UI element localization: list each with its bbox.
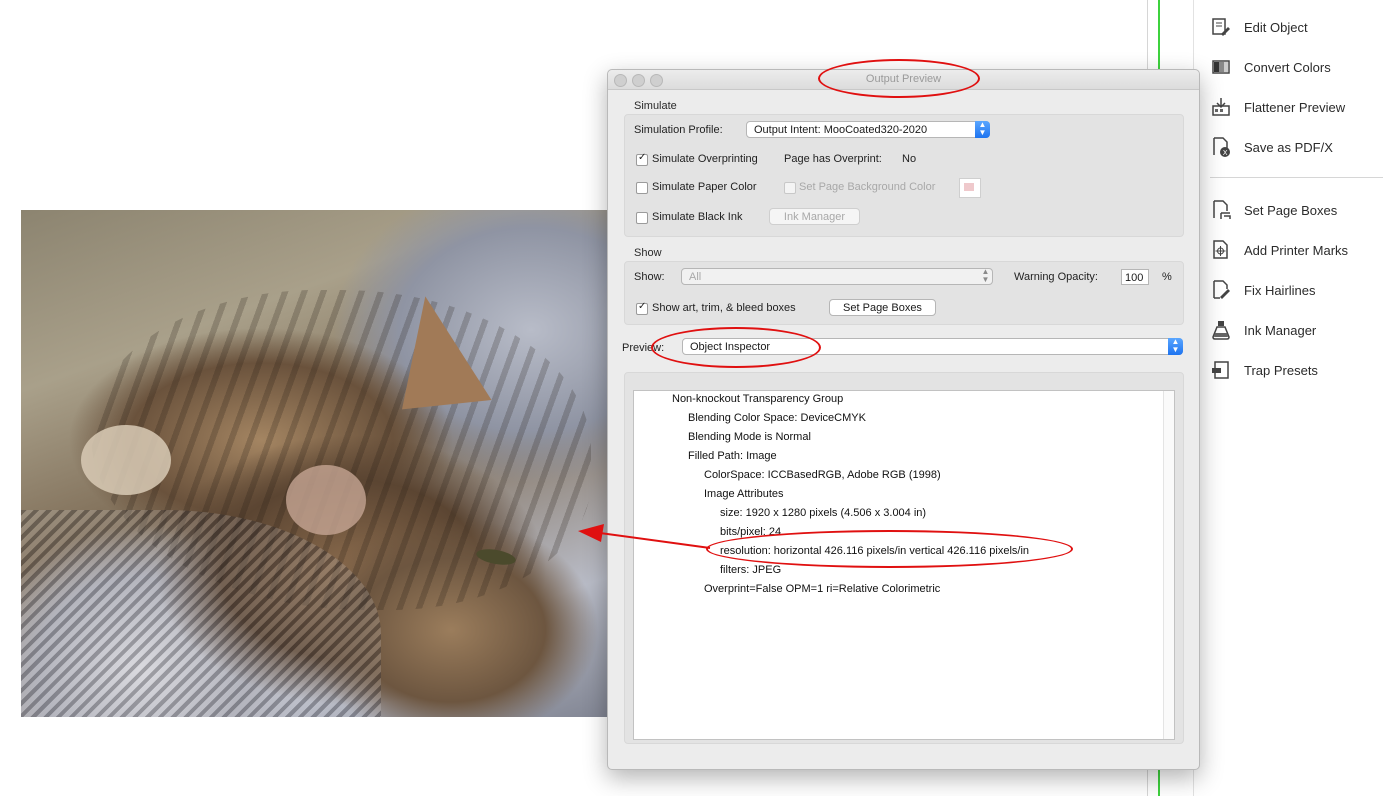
chevron-updown-icon: ▲ ▼ <box>981 267 990 284</box>
show-label: Show: <box>634 271 665 283</box>
chevron-updown-icon: ▲ ▼ <box>1168 338 1183 355</box>
ink-manager-icon <box>1210 319 1232 341</box>
show-boxes-checkbox[interactable] <box>636 301 648 315</box>
show-select[interactable]: All ▲ ▼ <box>681 268 993 285</box>
set-page-boxes-button[interactable]: Set Page Boxes <box>829 299 936 316</box>
overprint-status-value: No <box>902 153 917 165</box>
simulate-black-ink-label: Simulate Black Ink <box>652 211 743 223</box>
inspector-line[interactable]: size: 1920 x 1280 pixels (4.506 x 3.004 … <box>720 507 926 519</box>
photo-cat-paw <box>81 425 171 495</box>
ink-manager-button[interactable]: Ink Manager <box>769 208 860 225</box>
tool-set-page-boxes[interactable]: Set Page Boxes <box>1210 196 1337 224</box>
tool-label: Trap Presets <box>1244 362 1318 378</box>
tool-save-pdfx[interactable]: X Save as PDF/X <box>1210 133 1333 161</box>
photo-cat-ear <box>390 290 492 410</box>
simulate-overprinting-checkbox[interactable] <box>636 152 648 166</box>
tool-edit-object[interactable]: Edit Object <box>1210 13 1308 41</box>
tool-label: Convert Colors <box>1244 59 1331 75</box>
simulation-profile-value: Output Intent: MooCoated320-2020 <box>754 124 928 136</box>
show-boxes-label: Show art, trim, & bleed boxes <box>652 302 796 314</box>
tool-convert-colors[interactable]: Convert Colors <box>1210 53 1331 81</box>
flattener-preview-icon <box>1210 96 1232 118</box>
page-background-color-swatch[interactable] <box>959 178 981 198</box>
overprint-status-label: Page has Overprint: <box>784 153 882 165</box>
simulate-overprinting-label: Simulate Overprinting <box>652 153 758 165</box>
simulate-black-ink-checkbox[interactable] <box>636 212 648 224</box>
dialog-titlebar[interactable]: Output Preview <box>608 70 1199 90</box>
save-pdfx-icon: X <box>1210 136 1232 158</box>
tool-label: Ink Manager <box>1244 322 1317 338</box>
inspector-line[interactable]: Overprint=False OPM=1 ri=Relative Colori… <box>704 583 940 595</box>
simulation-profile-label: Simulation Profile: <box>634 124 723 136</box>
page-background-color-checkbox[interactable] <box>784 182 796 194</box>
page-background-color-label: Set Page Background Color <box>799 181 936 193</box>
simulation-profile-select[interactable]: Output Intent: MooCoated320-2020 ▲ ▼ <box>746 121 990 138</box>
tool-label: Set Page Boxes <box>1244 202 1338 218</box>
preview-label: Preview: <box>622 342 665 354</box>
show-group-label: Show <box>634 247 662 259</box>
dialog-title: Output Preview <box>865 73 942 85</box>
tool-label: Add Printer Marks <box>1244 242 1349 258</box>
tool-trap-presets[interactable]: Trap Presets <box>1210 356 1318 384</box>
inspector-line[interactable]: ColorSpace: ICCBasedRGB, Adobe RGB (1998… <box>704 469 941 481</box>
preview-select[interactable]: Object Inspector ▲ ▼ <box>682 338 1183 355</box>
tool-label: Edit Object <box>1244 19 1308 35</box>
print-production-tools-panel: Edit Object Convert Colors Flattener Pre… <box>1193 0 1383 796</box>
svg-text:X: X <box>1223 149 1228 157</box>
tool-label: Fix Hairlines <box>1244 282 1316 298</box>
set-page-boxes-icon <box>1210 199 1232 221</box>
tool-label: Flattener Preview <box>1244 99 1346 115</box>
inspector-line[interactable]: Blending Mode is Normal <box>688 431 811 443</box>
convert-colors-icon <box>1210 56 1232 78</box>
tool-ink-manager[interactable]: Ink Manager <box>1210 316 1316 344</box>
simulate-paper-color-checkbox[interactable] <box>636 182 648 194</box>
object-inspector-tree[interactable]: Non-knockout Transparency Group Blending… <box>633 390 1175 740</box>
trap-presets-icon <box>1210 359 1232 381</box>
tool-add-printer-marks[interactable]: Add Printer Marks <box>1210 236 1348 264</box>
show-value: All <box>689 271 702 283</box>
simulate-paper-color-label: Simulate Paper Color <box>652 181 757 193</box>
percent-sign: % <box>1162 271 1172 283</box>
chevron-updown-icon: ▲ ▼ <box>975 121 990 138</box>
tool-label: Save as PDF/X <box>1244 139 1333 155</box>
inspector-line[interactable]: Non-knockout Transparency Group <box>672 393 843 405</box>
inspector-line-resolution[interactable]: resolution: horizontal 426.116 pixels/in… <box>720 545 1029 557</box>
inspector-line[interactable]: filters: JPEG <box>720 564 781 576</box>
inspector-line[interactable]: Blending Color Space: DeviceCMYK <box>688 412 866 424</box>
photo-cat-paw <box>286 465 366 535</box>
warning-opacity-input[interactable]: 100 <box>1121 269 1149 285</box>
tool-fix-hairlines[interactable]: Fix Hairlines <box>1210 276 1316 304</box>
printer-marks-icon <box>1210 239 1232 261</box>
inspector-line[interactable]: Filled Path: Image <box>688 450 777 462</box>
edit-object-icon <box>1210 16 1232 38</box>
inspector-line[interactable]: bits/pixel: 24 <box>720 526 781 538</box>
inspector-line[interactable]: Image Attributes <box>704 488 784 500</box>
output-preview-dialog: Output Preview Simulate Simulation Profi… <box>607 69 1200 770</box>
warning-opacity-label: Warning Opacity: <box>1014 271 1098 283</box>
inspector-scrollbar[interactable] <box>1163 391 1174 739</box>
tool-flattener-preview[interactable]: Flattener Preview <box>1210 93 1345 121</box>
preview-value: Object Inspector <box>690 341 771 353</box>
tools-divider <box>1210 177 1383 178</box>
fix-hairlines-icon <box>1210 279 1232 301</box>
cat-photo[interactable] <box>21 210 621 717</box>
simulate-group-label: Simulate <box>634 100 677 112</box>
